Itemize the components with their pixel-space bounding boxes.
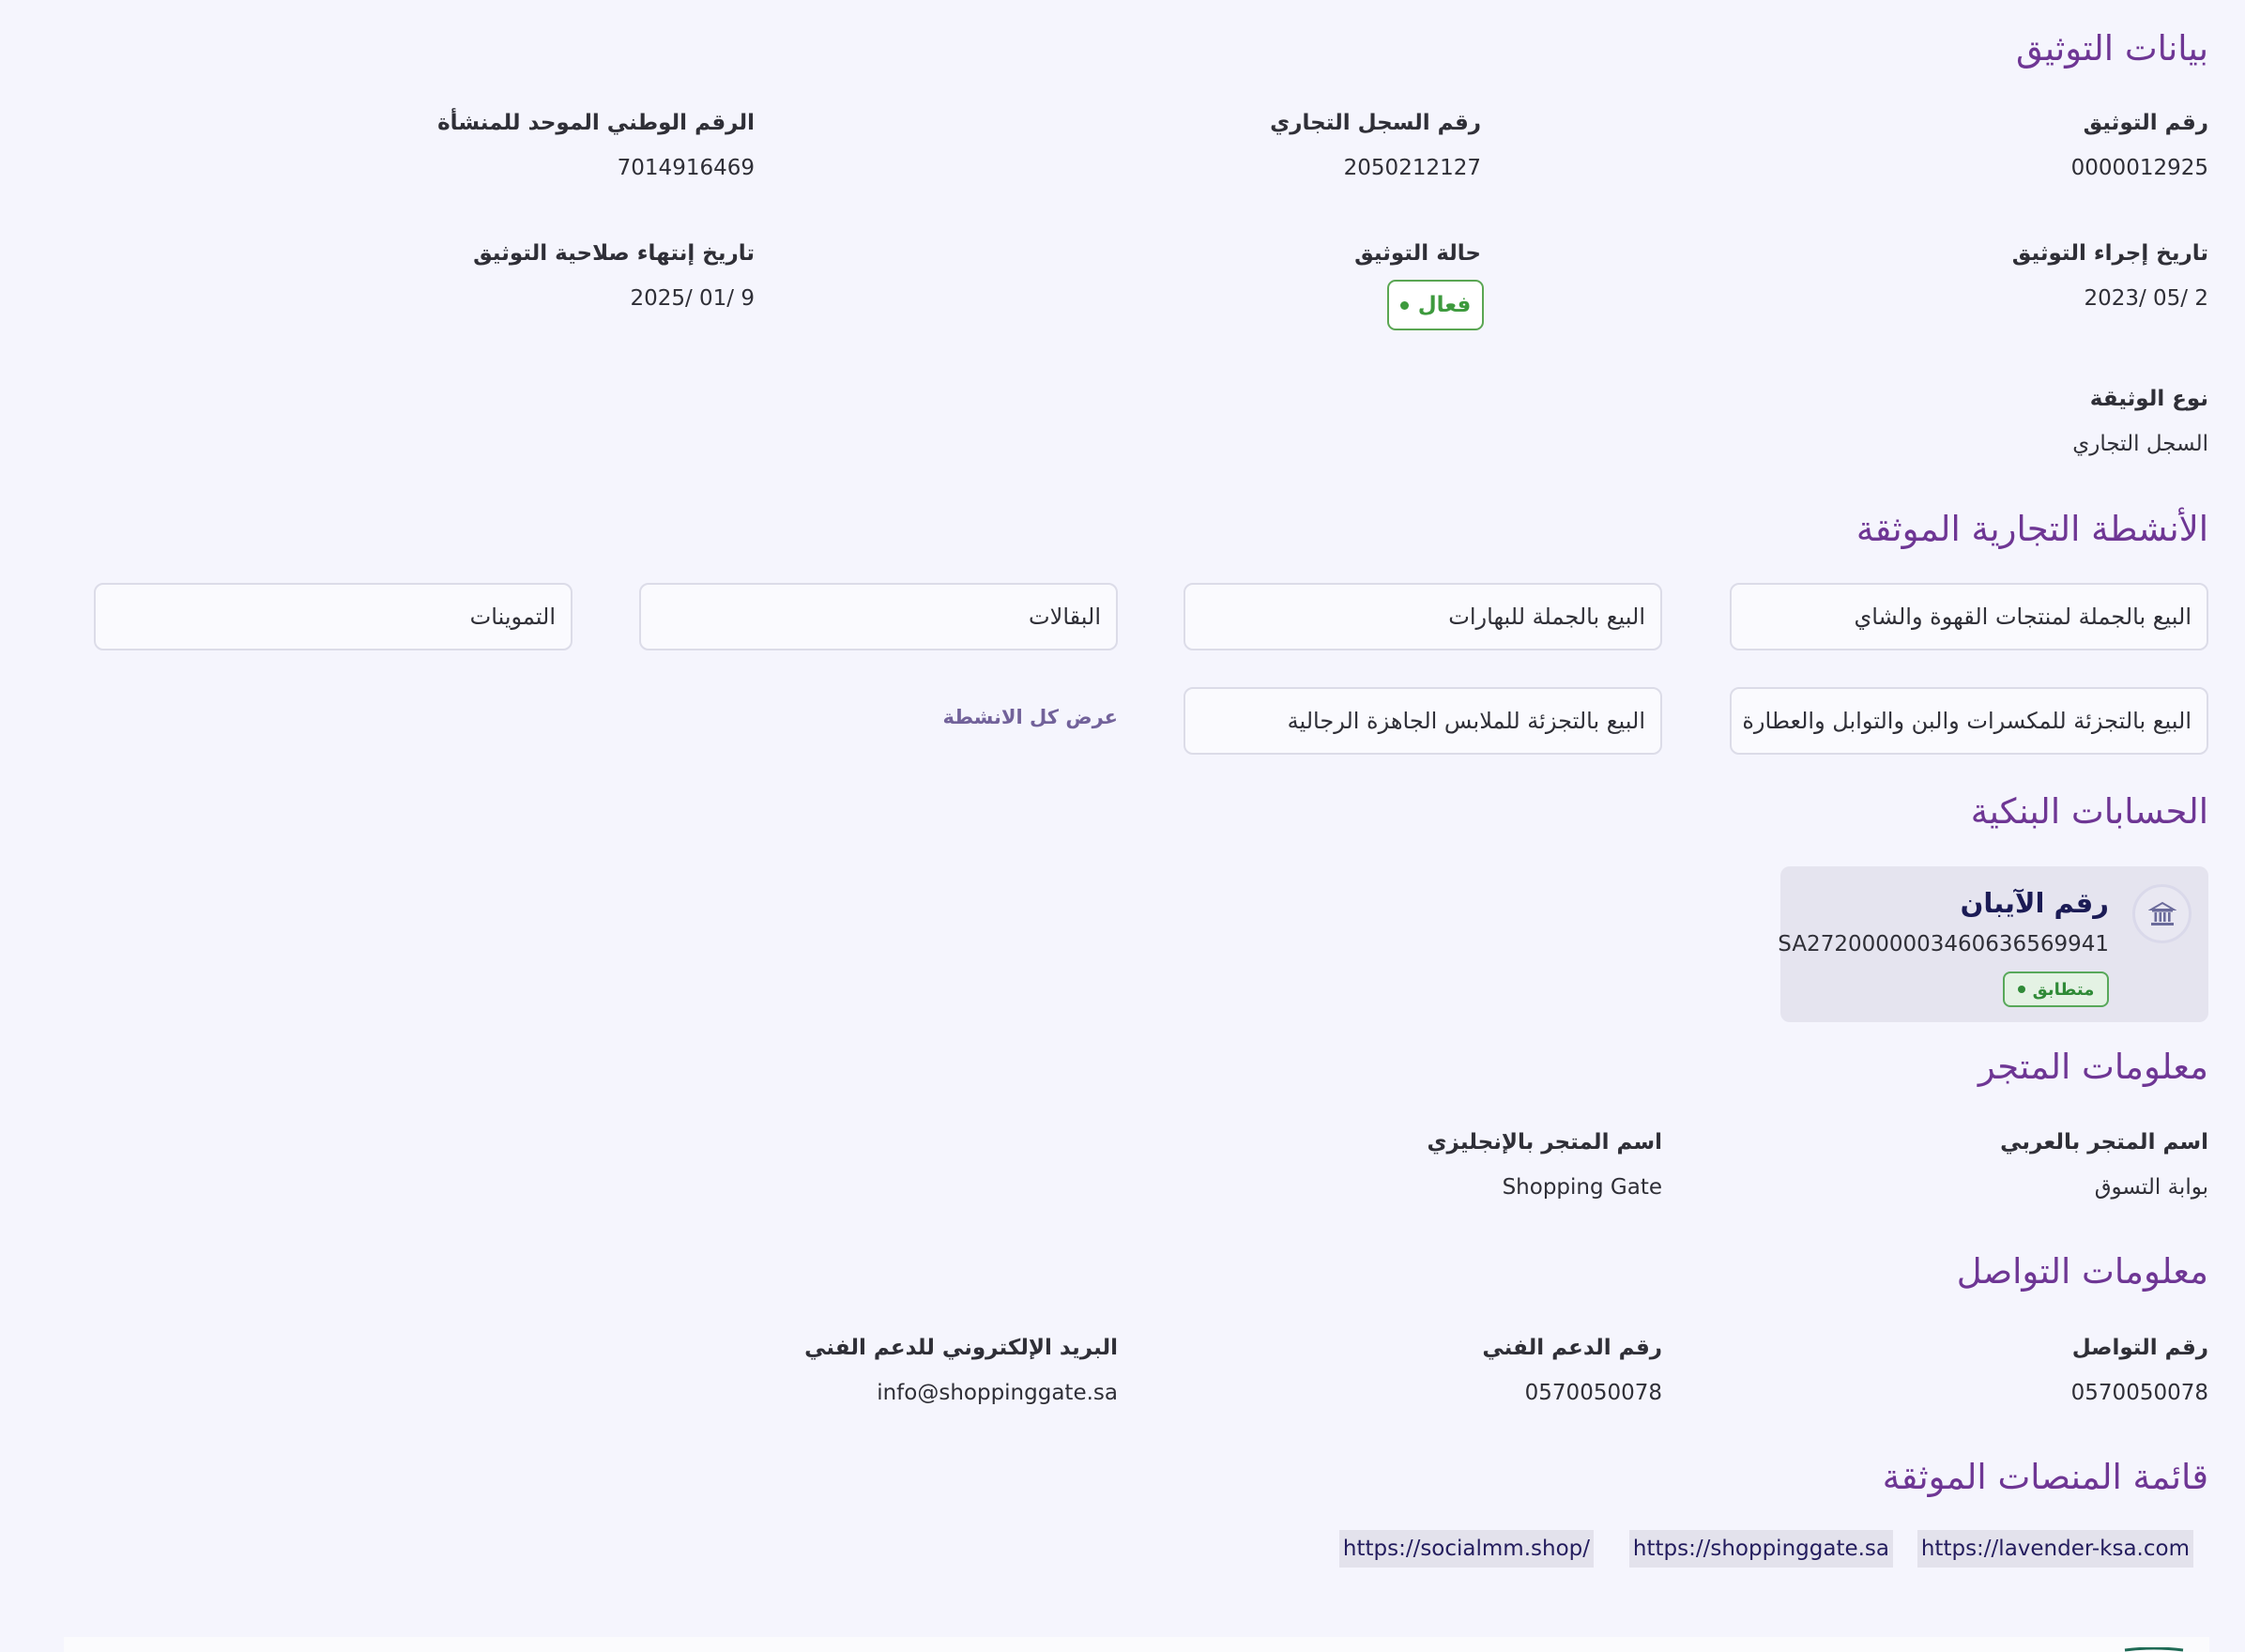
store-section-title: معلومات المتجر bbox=[1978, 1047, 2208, 1087]
store-name-ar-value: بوابة التسوق bbox=[2094, 1175, 2208, 1200]
footer-card bbox=[64, 1637, 2209, 1652]
support-email-field: البريد الإلكتروني للدعم الفني info@shopp… bbox=[804, 1332, 1118, 1409]
activity-chip: البيع بالتجزئة للملابس الجاهزة الرجالية bbox=[1184, 687, 1662, 755]
match-badge: متطابق bbox=[2003, 971, 2109, 1007]
activity-chip: البيع بالجملة للبهارات bbox=[1184, 583, 1662, 650]
activity-chip: البقالات bbox=[639, 583, 1118, 650]
national-number-label: الرقم الوطني الموحد للمنشأة bbox=[437, 111, 755, 135]
bank-section-title: الحسابات البنكية bbox=[1970, 791, 2208, 832]
support-email-value: info@shoppinggate.sa bbox=[877, 1381, 1118, 1405]
document-type-label: نوع الوثيقة bbox=[2089, 387, 2208, 411]
match-dot-icon bbox=[2017, 986, 2025, 993]
verification-number-label: رقم التوثيق bbox=[2083, 111, 2208, 135]
verification-date-field: تاريخ إجراء التوثيق 2023/ 05/ 2 bbox=[2012, 237, 2208, 314]
activities-section-title: الأنشطة التجارية الموثقة bbox=[1856, 509, 2208, 549]
document-type-value: السجل التجاري bbox=[2072, 432, 2208, 456]
bank-account-card: رقم الآيبان SA2720000003460636569941 متط… bbox=[1778, 866, 2208, 1022]
platform-link[interactable]: https://shoppinggate.sa bbox=[1628, 1530, 1893, 1568]
support-phone-field: رقم الدعم الفني 0570050078 bbox=[1482, 1332, 1662, 1409]
expiry-date-value: 2025/ 01/ 9 bbox=[630, 286, 755, 311]
expiry-date-field: تاريخ إنتهاء صلاحية التوثيق 2025/ 01/ 9 bbox=[473, 237, 755, 314]
contact-phone-label: رقم التواصل bbox=[2071, 1336, 2208, 1360]
verification-status-field: حالة التوثيق bbox=[1354, 237, 1481, 269]
activity-chip: البيع بالتجزئة للمكسرات والبن والتوابل و… bbox=[1730, 687, 2208, 755]
verification-number-field: رقم التوثيق 0000012925 bbox=[2071, 107, 2208, 184]
iban-value: SA2720000003460636569941 bbox=[1778, 932, 2109, 956]
contact-phone-field: رقم التواصل 0570050078 bbox=[2071, 1332, 2208, 1409]
activity-chip: التموينات bbox=[94, 583, 573, 650]
expiry-date-label: تاريخ إنتهاء صلاحية التوثيق bbox=[473, 241, 755, 266]
platform-link[interactable]: https://lavender-ksa.com bbox=[1917, 1530, 2193, 1568]
cr-number-value: 2050212127 bbox=[1343, 156, 1481, 180]
match-badge-text: متطابق bbox=[2032, 979, 2095, 1000]
national-number-value: 7014916469 bbox=[617, 156, 755, 180]
cr-number-label: رقم السجل التجاري bbox=[1270, 111, 1481, 135]
bank-icon bbox=[2132, 884, 2192, 943]
platforms-section-title: قائمة المنصات الموثقة bbox=[1882, 1457, 2208, 1497]
verification-page: بيانات التوثيق رقم التوثيق 0000012925 رق… bbox=[0, 0, 2245, 1652]
verification-number-value: 0000012925 bbox=[2070, 156, 2208, 180]
support-phone-value: 0570050078 bbox=[1524, 1381, 1662, 1405]
document-type-field: نوع الوثيقة السجل التجاري bbox=[2072, 383, 2208, 460]
status-dot-icon bbox=[1399, 300, 1409, 310]
verification-date-label: تاريخ إجراء التوثيق bbox=[2011, 241, 2208, 266]
iban-title: رقم الآيبان bbox=[1960, 887, 2109, 919]
footer-logo-icon bbox=[2123, 1643, 2185, 1652]
verification-status-label: حالة التوثيق bbox=[1354, 241, 1481, 266]
support-email-label: البريد الإلكتروني للدعم الفني bbox=[804, 1336, 1118, 1360]
activity-chip: البيع بالجملة لمنتجات القهوة والشاي bbox=[1730, 583, 2208, 650]
support-phone-label: رقم الدعم الفني bbox=[1482, 1336, 1662, 1360]
cr-number-field: رقم السجل التجاري 2050212127 bbox=[1270, 107, 1481, 184]
store-name-ar-label: اسم المتجر بالعربي bbox=[2000, 1130, 2208, 1155]
verification-date-value: 2023/ 05/ 2 bbox=[2084, 286, 2208, 311]
contact-section-title: معلومات التواصل bbox=[1956, 1251, 2208, 1292]
platform-link[interactable]: https://socialmm.shop/ bbox=[1338, 1530, 1594, 1568]
view-all-activities-link[interactable]: عرض كل الانشطة bbox=[942, 706, 1118, 728]
status-badge: فعال bbox=[1387, 280, 1484, 330]
store-name-en-label: اسم المتجر بالإنجليزي bbox=[1427, 1130, 1662, 1155]
store-name-en-value: Shopping Gate bbox=[1502, 1175, 1662, 1200]
status-text: فعال bbox=[1417, 293, 1472, 317]
verification-section-title: بيانات التوثيق bbox=[2015, 28, 2208, 69]
store-name-en-field: اسم المتجر بالإنجليزي Shopping Gate bbox=[1427, 1126, 1662, 1203]
national-number-field: الرقم الوطني الموحد للمنشأة 7014916469 bbox=[437, 107, 755, 184]
store-name-ar-field: اسم المتجر بالعربي بوابة التسوق bbox=[2000, 1126, 2208, 1203]
contact-phone-value: 0570050078 bbox=[2070, 1381, 2208, 1405]
